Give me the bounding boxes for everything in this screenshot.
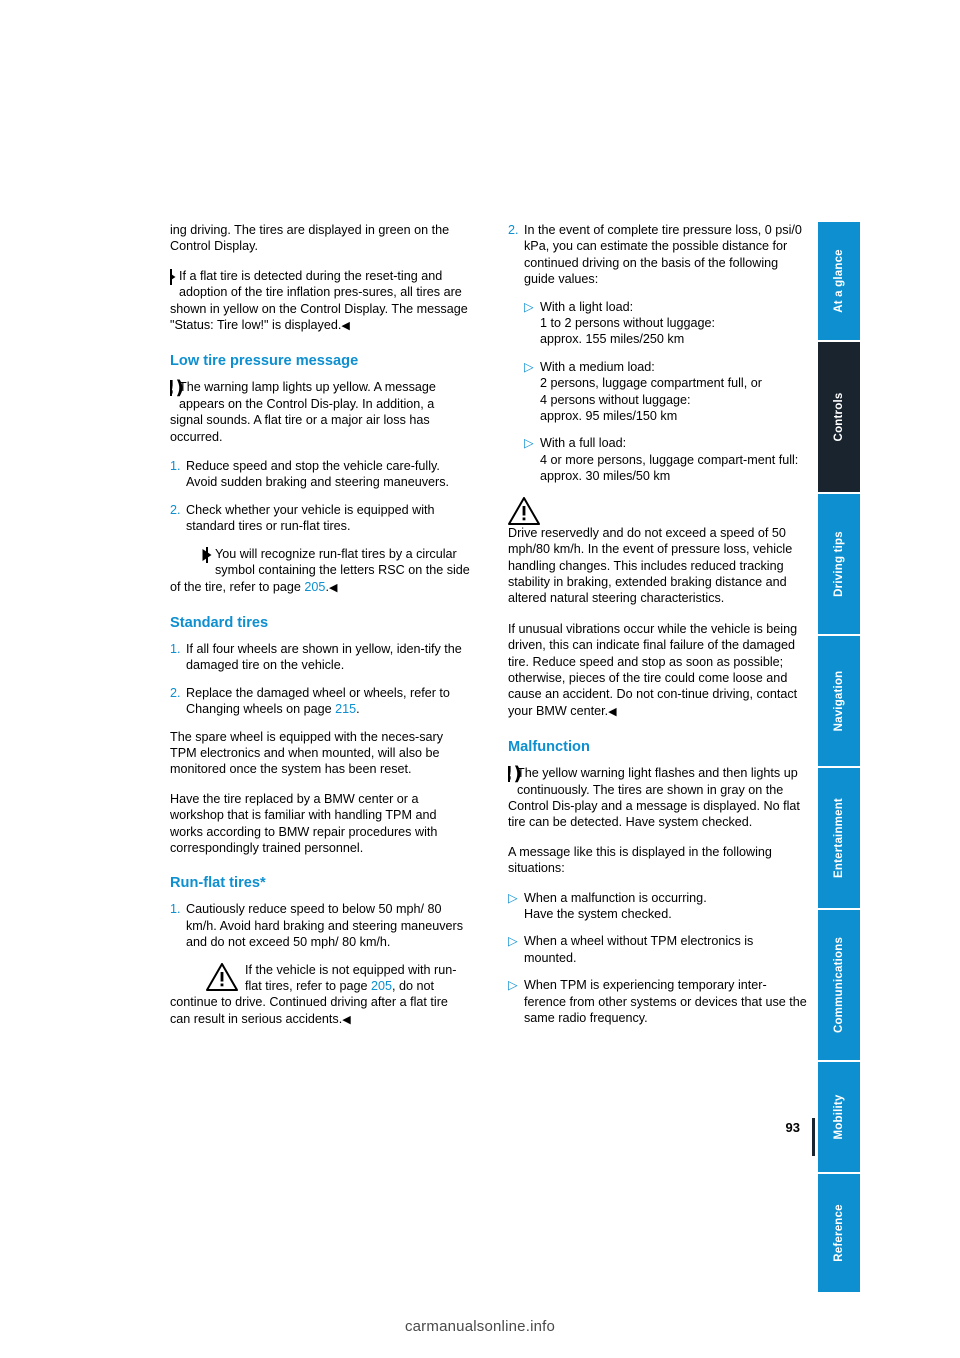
- page-number-rule: [812, 1118, 815, 1156]
- page-reference-link[interactable]: 205: [304, 580, 325, 594]
- tab-label: Mobility: [833, 1094, 845, 1140]
- bullet-text: When a malfunction is occurring. Have th…: [524, 890, 707, 921]
- tab-label: At a glance: [833, 249, 845, 313]
- tab-label: Reference: [833, 1204, 845, 1262]
- note-text: If a flat tire is detected during the re…: [170, 268, 468, 333]
- tire-replacement-paragraph: Have the tire replaced by a BMW center o…: [170, 791, 438, 855]
- note-malfunction: (!) The yellow warning light flashes and…: [508, 765, 808, 831]
- tab-navigation[interactable]: Navigation: [818, 636, 860, 766]
- tab-label: Navigation: [833, 670, 845, 732]
- list-item: 2. In the event of complete tire pressur…: [508, 222, 808, 288]
- heading-malfunction: Malfunction: [508, 739, 590, 756]
- play-triangle-icon: [202, 546, 212, 563]
- step-text: Check whether your vehicle is equipped w…: [186, 502, 435, 534]
- list-item: 1. If all four wheels are shown in yello…: [170, 641, 470, 674]
- footer-brand-text: carmanualsonline.info: [404, 1318, 556, 1335]
- step-text-after: .: [356, 702, 360, 717]
- list-item: ▷ When TPM is experiencing temporary int…: [508, 977, 808, 1026]
- tab-driving-tips[interactable]: Driving tips: [818, 494, 860, 634]
- manual-page: At a glance Controls Driving tips Naviga…: [0, 0, 960, 1358]
- page-reference-link[interactable]: 205: [371, 979, 392, 993]
- flat-tire-warning-icon: (!): [508, 765, 522, 783]
- section-tab-rail: At a glance Controls Driving tips Naviga…: [818, 222, 860, 1292]
- tab-entertainment[interactable]: Entertainment: [818, 768, 860, 908]
- tab-mobility[interactable]: Mobility: [818, 1062, 860, 1172]
- spare-wheel-paragraph: The spare wheel is equipped with the nec…: [170, 729, 444, 777]
- bullet-marker: ▷: [508, 934, 518, 949]
- malfunction-situations-intro: A message like this is displayed in the …: [508, 844, 772, 876]
- step-text: Replace the damaged wheel or wheels, ref…: [186, 685, 470, 718]
- tab-label: Entertainment: [833, 798, 845, 878]
- step-number: 2.: [170, 685, 181, 700]
- play-triangle-icon: [170, 268, 176, 285]
- list-item: ▷ When a malfunction is occurring. Have …: [508, 890, 808, 923]
- step-text: Cautiously reduce speed to below 50 mph/…: [186, 902, 463, 950]
- list-item: 2. Replace the damaged wheel or wheels, …: [170, 685, 470, 718]
- intro-paragraph: ing driving. The tires are displayed in …: [170, 223, 450, 254]
- end-mark: ◀: [342, 1013, 351, 1026]
- bullet-marker: ▷: [524, 436, 534, 451]
- tab-label: Communications: [833, 936, 845, 1034]
- step-text-before: Replace the damaged wheel or wheels, ref…: [186, 685, 450, 717]
- step-number: 1.: [170, 902, 181, 917]
- bullet-marker: ▷: [508, 978, 518, 993]
- bullet-text: With a light load: 1 to 2 persons withou…: [540, 299, 716, 347]
- bullet-marker: ▷: [524, 359, 534, 374]
- bullet-text: With a full load: 4 or more persons, lug…: [540, 436, 799, 484]
- warning-vibrations-paragraph: If unusual vibrations occur while the ve…: [508, 621, 808, 720]
- bullet-marker: ▷: [508, 890, 518, 905]
- page-reference-link[interactable]: 215: [335, 702, 356, 716]
- note-text: The yellow warning light flashes and the…: [508, 766, 800, 830]
- warning-drive-reservedly: Drive reservedly and do not exceed a spe…: [508, 496, 808, 608]
- step-number: 2.: [508, 223, 519, 237]
- list-item: ▷ With a medium load: 2 persons, luggage…: [524, 359, 808, 425]
- tab-label: Controls: [833, 392, 845, 442]
- heading-low-tire-pressure: Low tire pressure message: [170, 353, 359, 370]
- tab-at-a-glance[interactable]: At a glance: [818, 222, 860, 340]
- warning-text: Drive reservedly and do not exceed a spe…: [508, 525, 793, 606]
- note-low-pressure: (!) The warning lamp lights up yellow. A…: [170, 379, 470, 445]
- warning-text: If unusual vibrations occur while the ve…: [508, 621, 798, 718]
- heading-run-flat-tires: Run-flat tires*: [170, 875, 266, 892]
- hazard-warning-icon: Drive reservedly and do not exceed a spe…: [508, 496, 801, 607]
- left-text-column: ing driving. The tires are displayed in …: [170, 222, 470, 1041]
- step-number: 2.: [170, 502, 181, 517]
- note-reset-detection: If a flat tire is detected during the re…: [170, 268, 470, 335]
- note-rsc-symbol: You will recognize run-flat tires by a c…: [170, 546, 470, 596]
- step-number: 1.: [170, 641, 181, 656]
- list-item: 1. Reduce speed and stop the vehicle car…: [170, 458, 470, 491]
- tab-label: Driving tips: [833, 531, 845, 597]
- bullet-text: When a wheel without TPM electronics is …: [524, 934, 754, 965]
- list-item: 1. Cautiously reduce speed to below 50 m…: [170, 901, 470, 950]
- tab-reference[interactable]: Reference: [818, 1174, 860, 1292]
- list-item: ▷ When a wheel without TPM electronics i…: [508, 933, 808, 966]
- step-number: 1.: [170, 459, 181, 474]
- list-item: ▷ With a full load: 4 or more persons, l…: [524, 435, 808, 484]
- bullet-marker: ▷: [524, 299, 534, 314]
- note-text: The warning lamp lights up yellow. A mes…: [170, 380, 436, 444]
- warning-run-flat: If the vehicle is not equipped with run-…: [170, 962, 470, 1029]
- hazard-warning-icon: [206, 962, 238, 991]
- tab-communications[interactable]: Communications: [818, 910, 860, 1060]
- end-mark: ◀: [608, 705, 617, 718]
- flat-tire-warning-icon: (!): [170, 379, 184, 397]
- step-text: Reduce speed and stop the vehicle care-f…: [186, 459, 450, 490]
- page-number: 93: [785, 1120, 800, 1135]
- bullet-text: With a medium load: 2 persons, luggage c…: [540, 359, 762, 424]
- step-text: If all four wheels are shown in yellow, …: [186, 641, 462, 673]
- list-item: 2. Check whether your vehicle is equippe…: [170, 502, 470, 535]
- footer-watermark: carmanualsonline.info: [0, 1318, 960, 1335]
- list-item: ▷ With a light load: 1 to 2 persons with…: [524, 299, 808, 348]
- bullet-text: When TPM is experiencing temporary inter…: [524, 978, 807, 1026]
- end-mark: ◀: [328, 581, 338, 594]
- tab-controls[interactable]: Controls: [818, 342, 860, 492]
- heading-standard-tires: Standard tires: [170, 614, 269, 631]
- right-text-column: 2. In the event of complete tire pressur…: [508, 222, 808, 1037]
- end-mark: ◀: [341, 320, 350, 333]
- step-text: In the event of complete tire pressure l…: [524, 223, 802, 287]
